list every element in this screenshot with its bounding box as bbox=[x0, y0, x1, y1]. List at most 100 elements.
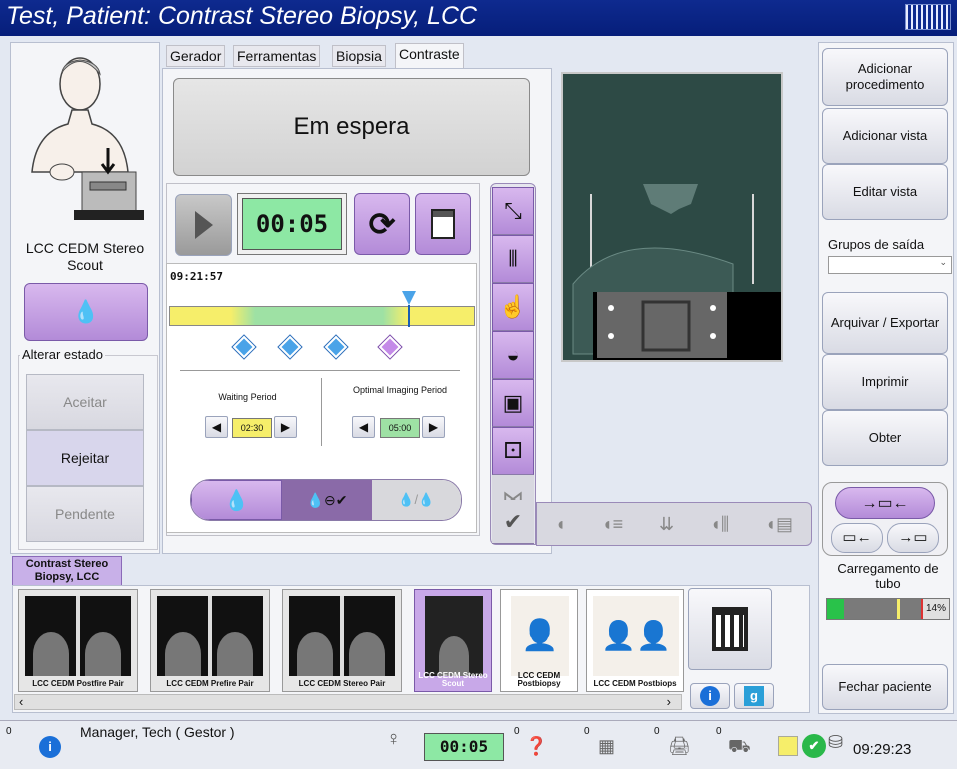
waiting-period-label: Waiting Period bbox=[218, 392, 277, 402]
info-icon[interactable]: i bbox=[39, 736, 61, 758]
target-points-icon: ⚀ bbox=[503, 438, 523, 463]
breast-image bbox=[85, 632, 121, 676]
drop-ruler-icon: ⫴ bbox=[508, 246, 518, 271]
status-count: 0 bbox=[584, 726, 590, 737]
close-patient-button[interactable]: Fechar paciente bbox=[822, 664, 948, 710]
low-energy-mode-button[interactable]: 💧 bbox=[191, 480, 283, 520]
drop-hand-icon: ☝ bbox=[499, 294, 527, 319]
help-icon[interactable]: ❓ bbox=[525, 736, 547, 757]
image-viewer[interactable] bbox=[561, 72, 783, 362]
bottom-toolbar: ◖ ◖≡ ⇊ ◖⫼ ◖▤ bbox=[536, 502, 812, 546]
procedure-tab[interactable]: Contrast Stereo Biopsy, LCC bbox=[12, 556, 122, 586]
thumbnail[interactable]: 👤 LCC CEDM Postbiopsy bbox=[500, 589, 578, 692]
waiting-increase-button[interactable]: ▶ bbox=[274, 416, 297, 438]
arrow-right-icon: ▶ bbox=[280, 420, 291, 434]
breast-image bbox=[439, 636, 469, 676]
drop-doc-icon[interactable]: ◖▤ bbox=[765, 514, 793, 535]
waiting-decrease-button[interactable]: ◀ bbox=[205, 416, 228, 438]
print-button[interactable]: Imprimir bbox=[822, 354, 948, 410]
thumbnail[interactable]: LCC CEDM Stereo Pair bbox=[282, 589, 402, 692]
play-button[interactable] bbox=[175, 194, 232, 256]
add-procedure-button[interactable]: Adicionar procedimento bbox=[822, 48, 948, 106]
retrieve-button[interactable]: Obter bbox=[822, 410, 948, 466]
output-groups-select[interactable]: ⌄ bbox=[828, 256, 952, 274]
tab-gerador[interactable]: Gerador bbox=[166, 45, 226, 67]
status-time: 09:29:23 bbox=[853, 741, 912, 758]
tube-load-label: Carregamento de tubo bbox=[837, 561, 939, 591]
printer-icon[interactable]: 🖨 bbox=[668, 736, 691, 757]
timeline-marker-line bbox=[408, 305, 410, 327]
play-icon bbox=[194, 211, 213, 239]
tool-button[interactable]: ◒ bbox=[492, 331, 534, 379]
paddle-right-button[interactable]: →▭ bbox=[887, 523, 939, 553]
thumbnail-selected[interactable]: LCC CEDM Stereo Scout bbox=[414, 589, 492, 692]
title-bar: Test, Patient: Contrast Stereo Biopsy, L… bbox=[0, 0, 957, 36]
scroll-right-icon[interactable]: › bbox=[667, 694, 671, 709]
accept-button[interactable]: Aceitar bbox=[26, 374, 144, 430]
tool-button[interactable]: ▣ bbox=[492, 379, 534, 427]
thumbnail-label: LCC CEDM Prefire Pair bbox=[166, 679, 254, 688]
optimal-decrease-button[interactable]: ◀ bbox=[352, 416, 375, 438]
drop-lines-icon[interactable]: ◖⫼ bbox=[710, 514, 729, 535]
subtraction-mode-button[interactable]: 💧⊖✔ bbox=[282, 480, 372, 520]
clock-time: 09:21:57 bbox=[170, 270, 223, 283]
thumbnail-label: LCC CEDM Postbiops bbox=[593, 679, 677, 688]
contrast-drop-icon: 💧 bbox=[72, 299, 100, 324]
tool-button[interactable]: ⚀ bbox=[492, 427, 534, 475]
thumbnail-label: LCC CEDM Stereo Scout bbox=[418, 671, 488, 688]
paddle-center-button[interactable]: →▭← bbox=[835, 487, 935, 519]
divider bbox=[321, 378, 322, 446]
tool-button[interactable]: ✔ bbox=[492, 500, 534, 544]
drop-list-icon[interactable]: ◖≡ bbox=[602, 514, 623, 535]
output-icon[interactable]: ⛟ bbox=[728, 736, 751, 760]
waiting-period-value[interactable]: 02:30 bbox=[232, 418, 272, 438]
optimal-increase-button[interactable]: ▶ bbox=[422, 416, 445, 438]
timer-frame: 00:05 bbox=[237, 193, 347, 255]
trash-button[interactable] bbox=[688, 588, 772, 670]
add-view-button[interactable]: Adicionar vista bbox=[822, 108, 948, 164]
edit-view-button[interactable]: Editar vista bbox=[822, 164, 948, 220]
arrow-left-icon: ◀ bbox=[358, 420, 369, 434]
breast-image bbox=[297, 632, 333, 676]
network-icon[interactable]: ⛁ bbox=[828, 732, 843, 753]
checkmark-icon: ✔ bbox=[503, 508, 523, 534]
paddle-left-button[interactable]: ▭← bbox=[831, 523, 883, 553]
system-ok-icon[interactable]: ✔ bbox=[802, 734, 826, 758]
archive-export-button[interactable]: Arquivar / Exportar bbox=[822, 292, 948, 354]
log-button[interactable] bbox=[415, 193, 471, 255]
patient-position-icon bbox=[28, 52, 146, 232]
thumbnail[interactable]: LCC CEDM Prefire Pair bbox=[150, 589, 270, 692]
tool-button[interactable]: ⫴ bbox=[492, 235, 534, 283]
timer-display: 00:05 bbox=[242, 198, 342, 250]
pending-button[interactable]: Pendente bbox=[26, 486, 144, 542]
thumbnail[interactable]: 👤👤 LCC CEDM Postbiops bbox=[586, 589, 684, 692]
info-icon: i bbox=[700, 686, 720, 706]
window-title: Test, Patient: Contrast Stereo Biopsy, L… bbox=[6, 2, 478, 30]
optimal-period-value[interactable]: 05:00 bbox=[380, 418, 420, 438]
device-icon[interactable]: ▦ bbox=[598, 736, 615, 757]
user-name: Manager, Tech ( Gestor ) bbox=[80, 724, 235, 740]
note-icon[interactable] bbox=[778, 736, 798, 756]
image-export-icon: ▣ bbox=[502, 390, 524, 415]
status-timer[interactable]: 00:05 bbox=[424, 733, 504, 761]
exposure-mode-group: 💧 💧⊖✔ 💧/💧 bbox=[190, 479, 462, 521]
drop-subtract-icon: 💧⊖✔ bbox=[306, 491, 348, 508]
drop-icon[interactable]: ◖ bbox=[555, 514, 566, 535]
view-options-button[interactable]: g bbox=[734, 683, 774, 709]
tab-ferramentas[interactable]: Ferramentas bbox=[233, 45, 321, 67]
tool-button[interactable]: ☝ bbox=[492, 283, 534, 331]
reset-timer-button[interactable]: ⟳ bbox=[354, 193, 410, 255]
compress-icon[interactable]: ⇊ bbox=[659, 514, 674, 535]
refresh-icon: ⟳ bbox=[368, 206, 396, 242]
tool-button[interactable]: ⤡ bbox=[492, 187, 534, 235]
dual-mode-button[interactable]: 💧/💧 bbox=[371, 480, 461, 520]
tab-biopsia[interactable]: Biopsia bbox=[332, 45, 386, 67]
scroll-left-icon[interactable]: ‹ bbox=[19, 694, 23, 709]
reject-button[interactable]: Rejeitar bbox=[26, 430, 144, 486]
thumbnail-scrollbar[interactable]: ‹ › bbox=[14, 694, 682, 710]
contrast-agent-button[interactable]: 💧 bbox=[24, 283, 148, 341]
thumbnail[interactable]: LCC CEDM Postfire Pair bbox=[18, 589, 138, 692]
user-dose-icon[interactable]: ♀ bbox=[386, 728, 401, 751]
info-button[interactable]: i bbox=[690, 683, 730, 709]
tab-contraste[interactable]: Contraste bbox=[395, 43, 464, 69]
